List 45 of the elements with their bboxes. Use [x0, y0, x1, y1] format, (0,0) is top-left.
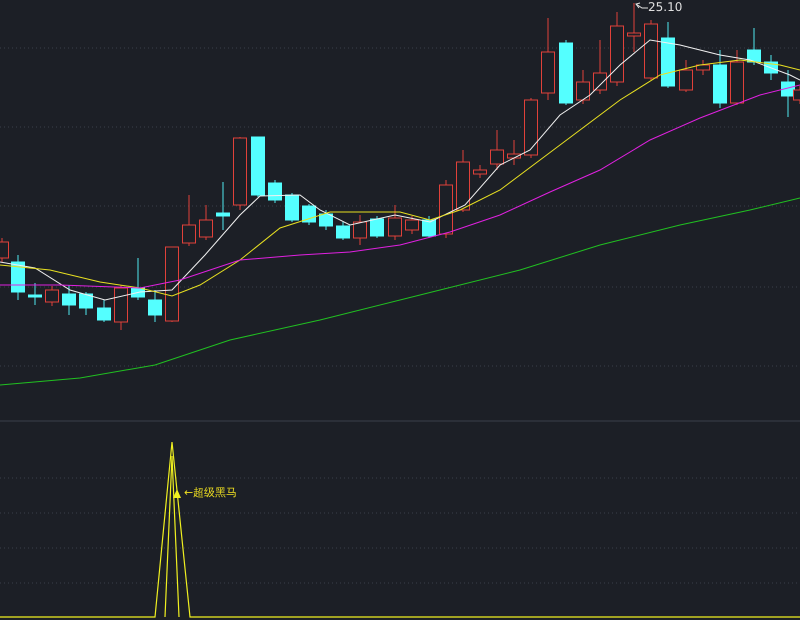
candlestick: [679, 60, 693, 92]
candlestick: [661, 22, 675, 88]
candlestick: [524, 98, 538, 158]
signal-label: ←超级黑马: [184, 486, 238, 500]
candlestick: [559, 40, 573, 106]
candlestick: [353, 214, 367, 246]
candlestick: [405, 216, 419, 234]
candlestick: [490, 130, 504, 170]
candlestick: [182, 194, 196, 246]
candlestick: [730, 50, 744, 106]
candlestick: [28, 282, 42, 306]
candlestick: [199, 204, 213, 240]
candlestick: [696, 60, 710, 76]
candlestick: [131, 258, 145, 300]
candlestick: [148, 290, 162, 322]
candlestick: [79, 292, 93, 316]
candlestick: [45, 286, 59, 306]
candlestick: [627, 2, 641, 52]
candlestick: [114, 284, 128, 330]
candlestick: [216, 182, 230, 230]
candlestick: [302, 204, 316, 226]
candlestick: [644, 20, 658, 80]
price-high-label: 25.10: [648, 0, 682, 15]
candlestick: [713, 50, 727, 108]
candlestick: [370, 216, 384, 238]
candlestick: [507, 140, 521, 166]
candlestick: [422, 216, 436, 238]
candlestick: [747, 28, 761, 66]
candlestick: [764, 54, 778, 80]
candlestick: [11, 254, 25, 300]
candlestick: [388, 204, 402, 240]
candlestick: [593, 40, 607, 94]
candlestick: [97, 300, 111, 322]
candlestick: [319, 210, 333, 230]
candlestick: [285, 192, 299, 222]
candlestick: [251, 136, 265, 198]
triangle-icon: [173, 489, 181, 498]
leader-line: [635, 2, 648, 8]
candlestick: [268, 180, 282, 204]
candlestick: [439, 180, 453, 238]
candlestick: [473, 164, 487, 178]
candlestick: [456, 150, 470, 212]
candlestick: [576, 70, 590, 104]
candlestick: [62, 284, 76, 316]
candlestick: [336, 222, 350, 240]
